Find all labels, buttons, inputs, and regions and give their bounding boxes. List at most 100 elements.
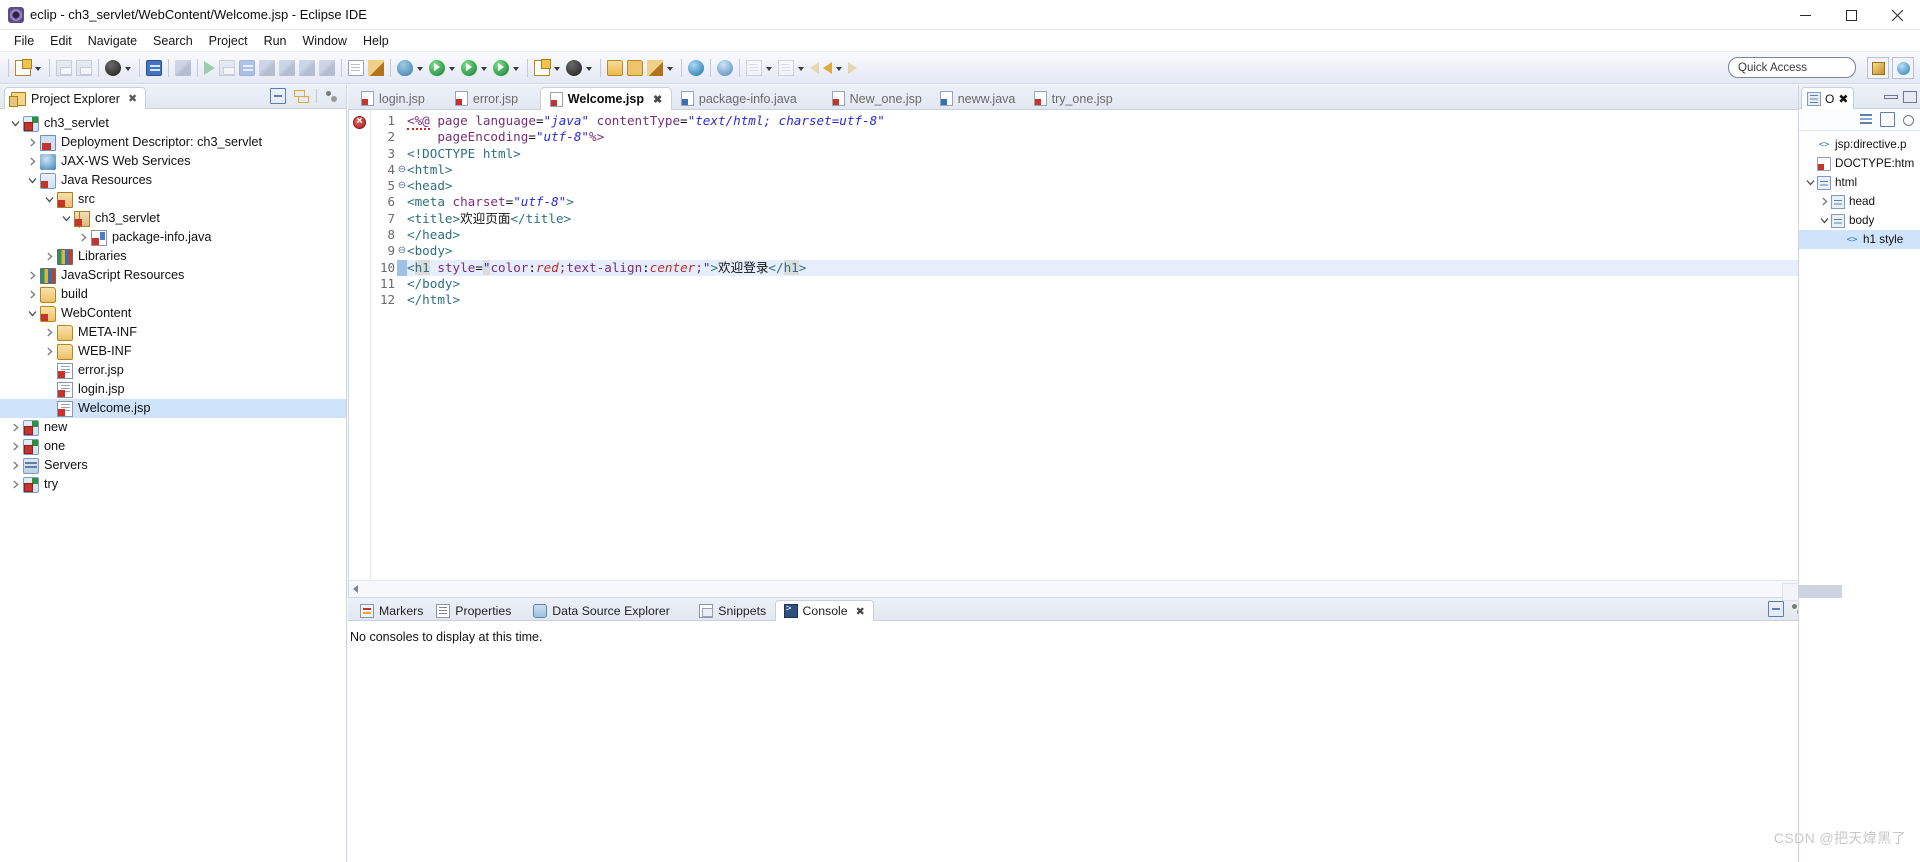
pencil-icon[interactable] <box>173 56 193 80</box>
menu-project[interactable]: Project <box>201 32 256 50</box>
tree-item[interactable]: META-INF <box>0 323 346 342</box>
twisty-right-icon[interactable] <box>25 266 40 285</box>
new-document-icon[interactable] <box>13 56 33 80</box>
java-project-icon[interactable] <box>366 56 386 80</box>
bottom-tab[interactable]: Properties <box>428 600 519 621</box>
open-folder-icon[interactable] <box>605 56 625 80</box>
close-icon[interactable]: ✖ <box>1838 92 1848 106</box>
step-over-icon[interactable] <box>277 56 297 80</box>
resume-icon[interactable] <box>202 56 217 80</box>
maximize-outline-icon[interactable] <box>1902 89 1917 104</box>
tree-item[interactable]: Welcome.jsp <box>0 399 346 418</box>
quick-access-input[interactable]: Quick Access <box>1728 57 1856 78</box>
twisty-down-icon[interactable] <box>8 114 23 133</box>
twisty-right-icon[interactable] <box>8 475 23 494</box>
twisty-right-icon[interactable] <box>8 456 23 475</box>
code-line[interactable]: </head> <box>407 227 1901 243</box>
forward-arrow-icon[interactable] <box>846 56 859 80</box>
menu-help[interactable]: Help <box>355 32 397 50</box>
back-dropdown-arrow-icon[interactable] <box>836 66 842 71</box>
search-engine-icon[interactable] <box>564 56 584 80</box>
tree-item[interactable]: new <box>0 418 346 437</box>
previous-annotation-icon[interactable] <box>776 56 796 80</box>
code-line[interactable]: <title>欢迎页面</title> <box>407 211 1901 227</box>
view-menu-icon[interactable] <box>324 88 340 104</box>
twisty-right-icon[interactable] <box>1817 192 1831 211</box>
twisty-down-icon[interactable] <box>1817 211 1831 230</box>
twisty-right-icon[interactable] <box>76 228 91 247</box>
twisty-down-icon[interactable] <box>25 304 40 323</box>
tree-item[interactable]: one <box>0 437 346 456</box>
twisty-down-icon[interactable] <box>1803 173 1817 192</box>
maximize-button[interactable] <box>1828 0 1874 30</box>
editor-tab[interactable]: Welcome.jsp ✖ <box>539 87 673 110</box>
code-line[interactable]: <body> <box>407 243 1901 259</box>
editor-gutter[interactable] <box>349 110 371 580</box>
sort-icon[interactable] <box>1859 112 1874 127</box>
twisty-right-icon[interactable] <box>8 437 23 456</box>
tree-item[interactable]: Java Resources <box>0 171 346 190</box>
save-icon[interactable] <box>54 56 74 80</box>
twisty-right-icon[interactable] <box>42 247 57 266</box>
tree-item[interactable]: package-info.java <box>0 228 346 247</box>
wizard-dropdown-arrow-icon[interactable] <box>554 66 560 71</box>
debug-bug-icon[interactable] <box>395 56 415 80</box>
minimize-button[interactable] <box>1782 0 1828 30</box>
menu-navigate[interactable]: Navigate <box>80 32 145 50</box>
folding-ruler[interactable]: ⊖ ⊖ ⊖ <box>397 110 407 580</box>
code-line[interactable]: <h1 style="color:red;text-align:center;"… <box>407 259 1901 276</box>
error-marker-icon[interactable] <box>353 115 366 129</box>
new-dropdown-arrow-icon[interactable] <box>35 66 41 71</box>
twisty-right-icon[interactable] <box>25 285 40 304</box>
view-menu-icon[interactable] <box>1901 112 1916 127</box>
perspective-java-ee-button[interactable] <box>1892 57 1914 79</box>
scroll-left-icon[interactable] <box>353 585 358 593</box>
close-button[interactable] <box>1874 0 1920 30</box>
menu-edit[interactable]: Edit <box>42 32 80 50</box>
tree-item[interactable]: WebContent <box>0 304 346 323</box>
bottom-tab[interactable]: Snippets <box>691 600 774 621</box>
fold-collapse-icon[interactable]: ⊖ <box>397 178 407 194</box>
tree-item[interactable]: WEB-INF <box>0 342 346 361</box>
menu-run[interactable]: Run <box>256 32 295 50</box>
console-icon[interactable] <box>144 56 164 80</box>
tree-item[interactable]: error.jsp <box>0 361 346 380</box>
twisty-down-icon[interactable] <box>59 209 74 228</box>
save-all-icon[interactable] <box>74 56 94 80</box>
console-body[interactable]: No consoles to display at this time. <box>348 621 1919 862</box>
code-editor[interactable]: 123456789101112 ⊖⊖⊖ <%@ page language="j… <box>348 110 1919 598</box>
twisty-down-icon[interactable] <box>25 171 40 190</box>
editor-tab[interactable]: New_one.jsp <box>823 87 931 110</box>
fold-collapse-icon[interactable]: ⊖ <box>397 162 407 178</box>
run-server-dropdown-arrow-icon[interactable] <box>481 66 487 71</box>
outline-item[interactable]: html <box>1799 173 1920 192</box>
close-icon[interactable]: ✖ <box>653 93 662 106</box>
tree-item[interactable]: Servers <box>0 456 346 475</box>
bottom-tab[interactable]: Console ✖ <box>774 600 874 621</box>
tree-item[interactable]: ch3_servlet <box>0 209 346 228</box>
outline-item[interactable]: head <box>1799 192 1920 211</box>
menu-file[interactable]: File <box>6 32 42 50</box>
tree-item[interactable]: ch3_servlet <box>0 114 346 133</box>
outline-horizontal-scrollbar[interactable] <box>1782 583 1842 601</box>
next-annotation-arrow-icon[interactable] <box>766 66 772 71</box>
code-line[interactable]: <html> <box>407 162 1901 178</box>
minimize-outline-icon[interactable] <box>1883 89 1898 104</box>
twisty-down-icon[interactable] <box>42 190 57 209</box>
java-class-icon[interactable] <box>346 56 366 80</box>
twisty-right-icon[interactable] <box>25 133 40 152</box>
editor-tab[interactable]: neww.java <box>931 87 1025 110</box>
editor-tab[interactable]: login.jsp <box>352 87 434 110</box>
previous-annotation-arrow-icon[interactable] <box>798 66 804 71</box>
brush-dropdown-arrow-icon[interactable] <box>667 66 673 71</box>
tree-item[interactable]: Libraries <box>0 247 346 266</box>
step-into-icon[interactable] <box>257 56 277 80</box>
outline-item[interactable]: body <box>1799 211 1920 230</box>
web-preview-icon[interactable] <box>715 56 735 80</box>
run-green-icon[interactable] <box>427 56 447 80</box>
debug-dropdown-arrow-icon[interactable] <box>417 66 423 71</box>
editor-tab[interactable]: try_one.jsp <box>1025 87 1122 110</box>
next-annotation-icon[interactable] <box>744 56 764 80</box>
outline-item[interactable]: jsp:directive.p <box>1799 135 1920 154</box>
link-with-editor-icon[interactable] <box>293 88 309 104</box>
